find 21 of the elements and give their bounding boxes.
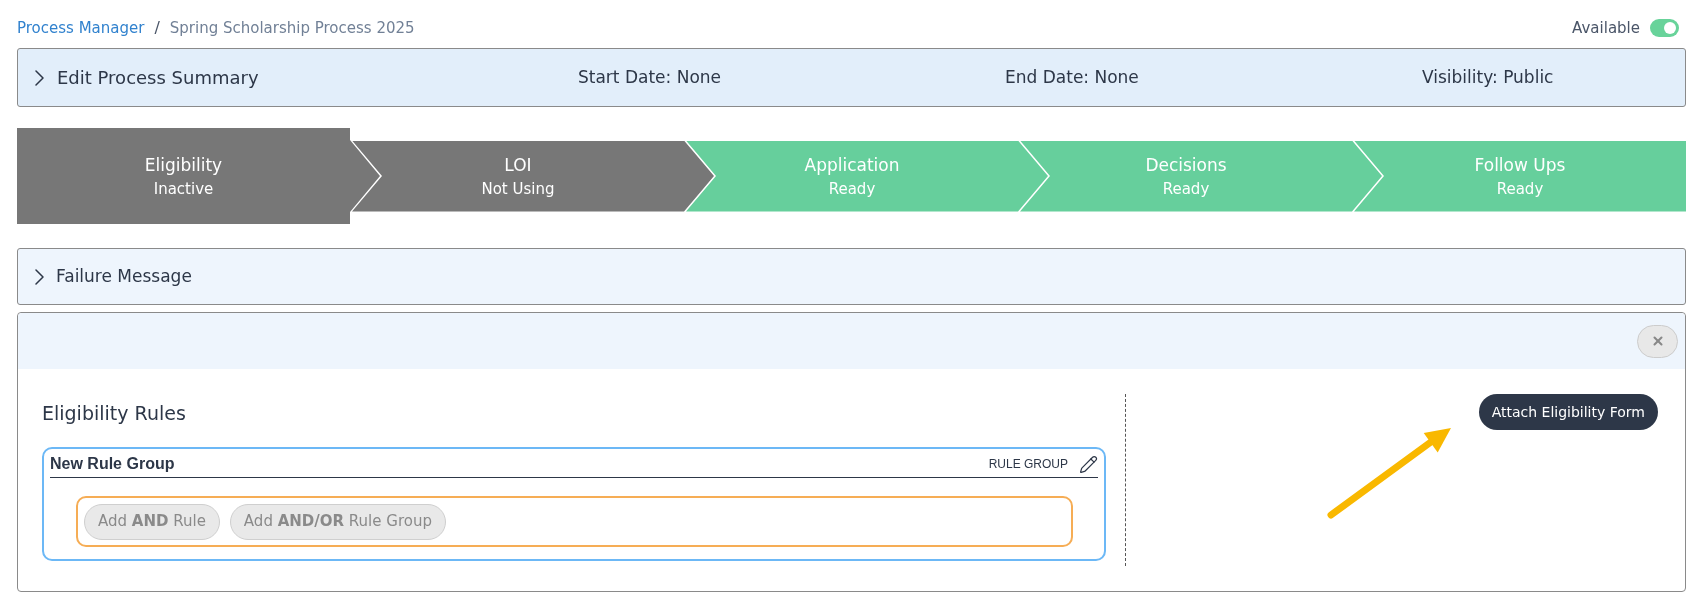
close-icon xyxy=(1650,334,1665,348)
pencil-icon[interactable] xyxy=(1079,454,1098,474)
add-rule-button[interactable]: Add AND Rule xyxy=(84,503,220,540)
availability-toggle[interactable] xyxy=(1650,19,1679,37)
rule-group-name: New Rule Group xyxy=(50,454,175,474)
summary-title[interactable]: Edit Process Summary xyxy=(57,64,259,91)
summary-field: Start Date: None xyxy=(578,64,1005,91)
breadcrumb-current: Spring Scholarship Process 2025 xyxy=(169,17,415,39)
breadcrumb-link[interactable]: Process Manager xyxy=(17,16,145,40)
process-step-tab[interactable]: Eligibility Inactive xyxy=(17,128,380,224)
availability-label: Available xyxy=(1572,17,1640,39)
summary-field: End Date: None xyxy=(1005,64,1422,91)
close-button[interactable] xyxy=(1637,324,1678,358)
section-heading: Eligibility Rules xyxy=(42,401,187,425)
rule-group-type-label: RULE GROUP xyxy=(988,456,1068,473)
summary-field: Visibility: Public xyxy=(1422,64,1685,91)
process-step-tab[interactable]: LOI Not Using xyxy=(352,140,714,212)
failure-message-title[interactable]: Failure Message xyxy=(56,263,192,290)
attach-form-button[interactable]: Attach Eligibility Form xyxy=(1478,394,1658,430)
add-rule-button[interactable]: Add AND/OR Rule Group xyxy=(229,503,446,540)
breadcrumb-separator: / xyxy=(154,17,160,39)
